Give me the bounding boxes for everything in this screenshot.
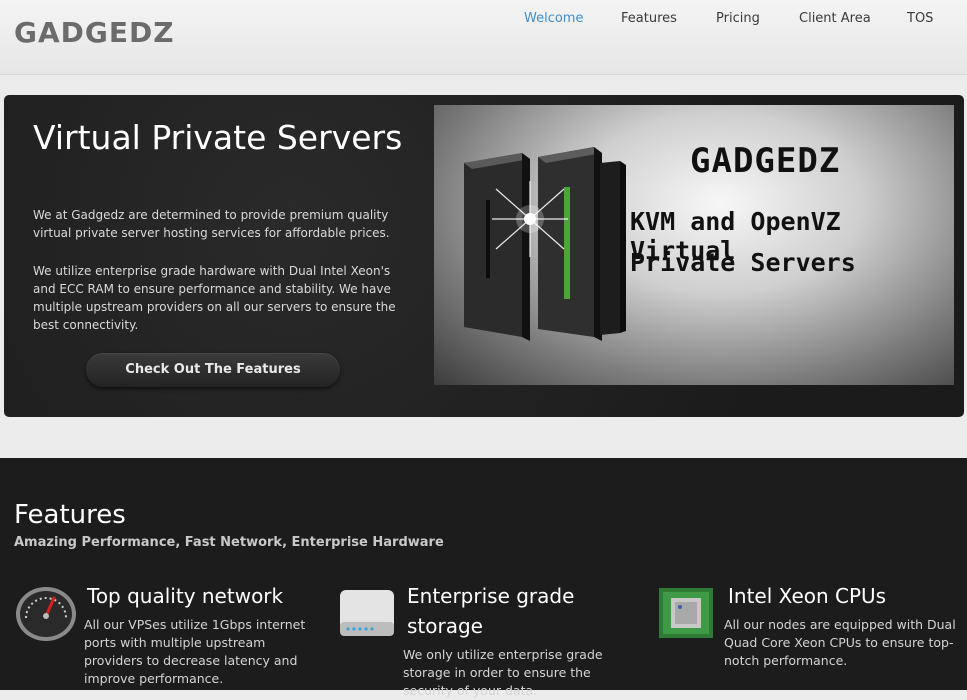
check-out-features-button[interactable]: Check Out The Features: [86, 353, 340, 387]
speedometer-icon: [16, 587, 76, 641]
features-heading: Features: [14, 500, 126, 530]
nav-tos[interactable]: TOS: [907, 11, 933, 26]
hero-title: Virtual Private Servers: [33, 118, 403, 157]
main-nav: Welcome Features Pricing Client Area TOS: [0, 11, 967, 31]
feature-network-title: Top quality network: [87, 584, 284, 608]
nav-features[interactable]: Features: [621, 11, 677, 26]
features-subtitle: Amazing Performance, Fast Network, Enter…: [14, 535, 444, 550]
banner-tagline-line2: Private Servers: [630, 248, 856, 277]
hero-banner-image: GADGEDZ KVM and OpenVZ Virtual Private S…: [434, 105, 954, 385]
cpu-chip-icon: [659, 588, 713, 638]
site-header: GADGEDZ Welcome Features Pricing Client …: [0, 0, 967, 75]
feature-cpu-title: Intel Xeon CPUs: [728, 584, 887, 608]
hero-section: Virtual Private Servers We at Gadgedz ar…: [4, 95, 964, 417]
feature-storage-title: Enterprise grade storage: [407, 584, 575, 638]
nav-pricing[interactable]: Pricing: [716, 11, 760, 26]
feature-network-description: All our VPSes utilize 1Gbps internet por…: [84, 617, 306, 686]
hero-hardware-text: We utilize enterprise grade hardware wit…: [33, 264, 396, 332]
hard-drive-icon: [340, 590, 394, 636]
feature-storage-description: We only utilize enterprise grade storage…: [403, 647, 603, 698]
features-section: Features Amazing Performance, Fast Netwo…: [0, 458, 967, 698]
nav-welcome[interactable]: Welcome: [524, 11, 583, 26]
feature-cpu-description: All our nodes are equipped with Dual Qua…: [724, 617, 956, 668]
nav-client-area[interactable]: Client Area: [799, 11, 871, 26]
banner-brand-text: GADGEDZ: [690, 141, 841, 181]
hero-intro-text: We at Gadgedz are determined to provide …: [33, 208, 390, 240]
